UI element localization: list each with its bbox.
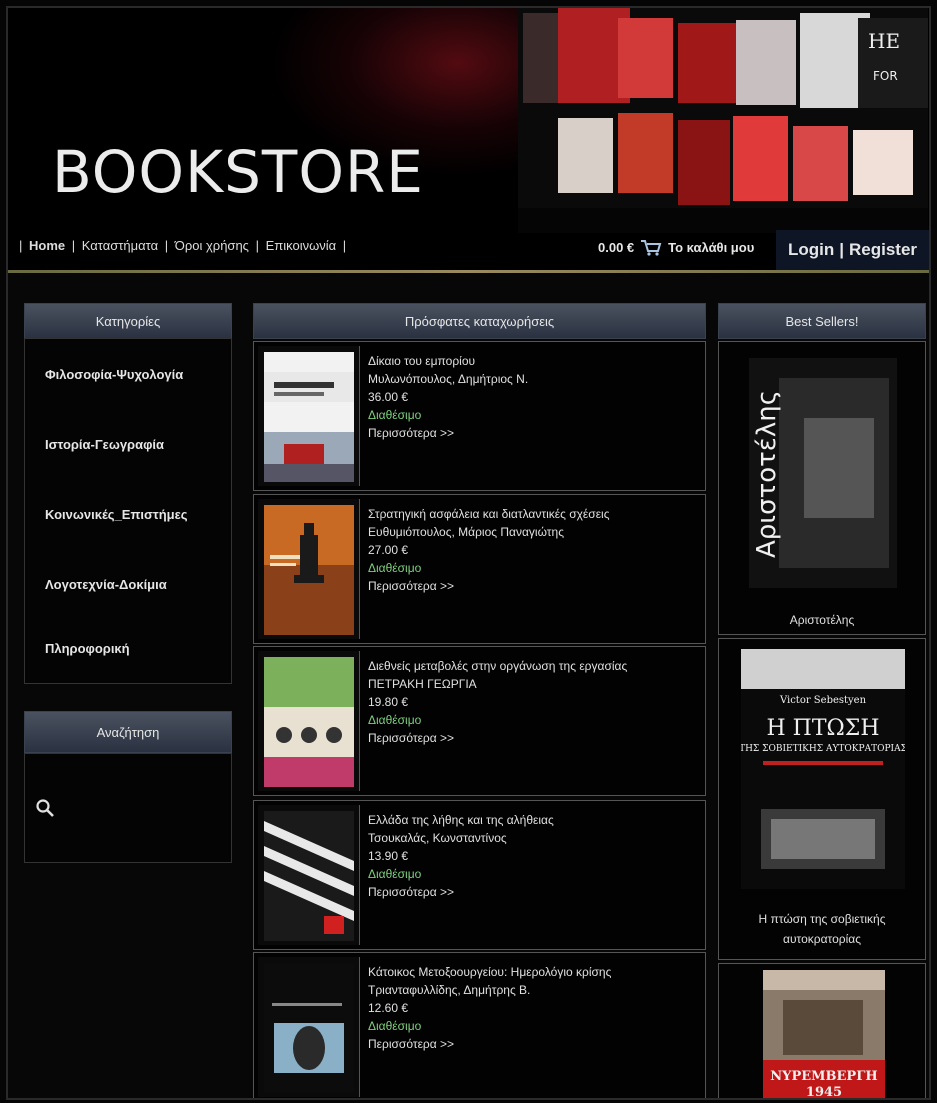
book-title[interactable]: Κάτοικος Μετοξοουργείου: Ημερολόγιο κρίσ… [368,963,611,981]
search-panel [24,753,232,863]
bestseller-caption[interactable]: Αριστοτέλης [719,610,925,630]
cart-label: Το καλάθι μου [668,239,755,255]
bestseller-caption[interactable]: Η πτώση της σοβιετικής αυτοκρατορίας [719,909,925,949]
book-author: Μυλωνόπουλος, Δημήτριος Ν. [368,372,529,386]
book-author: Τσουκαλάς, Κωνσταντίνος [368,831,507,845]
book-cover-image [264,657,354,787]
nav-terms[interactable]: Όροι χρήσης [175,238,249,253]
book-author: Τριανταφυλλίδης, Δημήτρης Β. [368,983,531,997]
bestseller-cover-title: ΝΥΡΕΜΒΕΡΓΗ [770,1069,877,1084]
book-info: Δίκαιο του εμπορίου Μυλωνόπουλος, Δημήτρ… [368,352,528,442]
shopping-cart-icon [641,240,662,256]
bestseller-item[interactable]: Αριστοτέλης Αριστοτέλης [718,341,926,635]
book-cover[interactable] [258,957,360,1097]
category-history[interactable]: Ιστορία-Γεωγραφία [45,437,164,452]
bestseller-cover-year: 1945 [806,1085,842,1100]
category-philosophy[interactable]: Φιλοσοφία-Ψυχολογία [45,367,183,382]
bestsellers-header: Best Sellers! [718,303,926,339]
bestseller-cover-image[interactable]: ΝΥΡΕΜΒΕΡΓΗ 1945 [763,970,885,1100]
more-link[interactable]: Περισσότερα >> [368,577,610,595]
bestseller-cover-title: Η ΠΤΩΣΗ [766,716,879,741]
header-divider [8,270,929,273]
book-cover[interactable] [258,651,360,791]
bestseller-item[interactable]: ΝΥΡΕΜΒΕΡΓΗ 1945 [718,963,926,1100]
book-info: Ελλάδα της λήθης και της αλήθειας Τσουκα… [368,811,554,901]
book-title[interactable]: Δίκαιο του εμπορίου [368,352,528,370]
header-banner: HE FOR BOOKSTORE | Home | Καταστήματα | … [8,8,929,270]
cart-link[interactable]: 0.00 € Το καλάθι μου [598,238,754,256]
category-social-sciences[interactable]: Κοινωνικές_Επιστήμες [45,507,188,522]
svg-text:HE: HE [868,29,900,53]
book-cover-image [264,505,354,635]
book-item[interactable]: Ελλάδα της λήθης και της αλήθειας Τσουκα… [253,800,706,950]
book-cover-image [264,352,354,482]
book-availability: Διαθέσιμο [368,713,422,727]
book-item[interactable]: Κάτοικος Μετοξοουργείου: Ημερολόγιο κρίσ… [253,952,706,1098]
book-title[interactable]: Στρατηγική ασφάλεια και διατλαντικές σχέ… [368,505,610,523]
recent-header: Πρόσφατες καταχωρήσεις [253,303,706,339]
book-item[interactable]: Δίκαιο του εμπορίου Μυλωνόπουλος, Δημήτρ… [253,341,706,491]
bestseller-cover-author: Victor Sebestyen [779,695,867,706]
book-cover-image [264,963,354,1093]
book-cover-image [264,811,354,941]
book-title[interactable]: Διεθνείς μεταβολές στην οργάνωση της εργ… [368,657,627,675]
more-link[interactable]: Περισσότερα >> [368,424,528,442]
book-availability: Διαθέσιμο [368,867,422,881]
nav-stores[interactable]: Καταστήματα [82,238,158,253]
bookshelf-banner-image: HE FOR [518,8,928,233]
categories-panel: Φιλοσοφία-Ψυχολογία Ιστορία-Γεωγραφία Κο… [24,338,232,684]
book-info: Διεθνείς μεταβολές στην οργάνωση της εργ… [368,657,627,747]
book-availability: Διαθέσιμο [368,561,422,575]
more-link[interactable]: Περισσότερα >> [368,1035,611,1053]
category-informatics[interactable]: Πληροφορική [45,641,130,656]
register-link[interactable]: Register [849,240,917,260]
book-item[interactable]: Διεθνείς μεταβολές στην οργάνωση της εργ… [253,646,706,796]
top-nav: | Home | Καταστήματα | Όροι χρήσης | Επι… [19,238,347,253]
book-availability: Διαθέσιμο [368,408,422,422]
book-item[interactable]: Στρατηγική ασφάλεια και διατλαντικές σχέ… [253,494,706,644]
nav-contact[interactable]: Επικοινωνία [266,238,337,253]
book-cover[interactable] [258,499,360,639]
book-price: 19.80 € [368,695,409,709]
book-author: Ευθυμιόπουλος, Μάριος Παναγιώτης [368,525,564,539]
login-link[interactable]: Login [788,240,834,260]
more-link[interactable]: Περισσότερα >> [368,729,627,747]
book-info: Κάτοικος Μετοξοουργείου: Ημερολόγιο κρίσ… [368,963,611,1053]
bookstore-logo[interactable]: BOOKSTORE [52,138,424,206]
nav-home[interactable]: Home [29,238,65,253]
bestseller-cover-image[interactable]: Victor Sebestyen Η ΠΤΩΣΗ ΤΗΣ ΣΟΒΙΕΤΙΚΗΣ … [741,649,905,889]
cart-amount: 0.00 € [598,239,635,255]
book-price: 13.90 € [368,849,409,863]
auth-links: Login | Register [776,230,929,270]
search-icon[interactable] [35,798,55,818]
book-price: 27.00 € [368,543,409,557]
bestseller-cover-title: Αριστοτέλης [752,390,782,558]
category-literature[interactable]: Λογοτεχνία-Δοκίμια [45,577,167,592]
book-cover[interactable] [258,346,360,486]
search-header: Αναζήτηση [24,711,232,753]
book-title[interactable]: Ελλάδα της λήθης και της αλήθειας [368,811,554,829]
categories-header: Κατηγορίες [24,303,232,339]
book-availability: Διαθέσιμο [368,1019,422,1033]
book-price: 12.60 € [368,1001,409,1015]
page: HE FOR BOOKSTORE | Home | Καταστήματα | … [6,6,931,1100]
more-link[interactable]: Περισσότερα >> [368,883,554,901]
svg-text:FOR: FOR [873,69,898,83]
bestseller-cover-subtitle: ΤΗΣ ΣΟΒΙΕΤΙΚΗΣ ΑΥΤΟΚΡΑΤΟΡΙΑΣ [741,744,905,754]
bestseller-item[interactable]: Victor Sebestyen Η ΠΤΩΣΗ ΤΗΣ ΣΟΒΙΕΤΙΚΗΣ … [718,638,926,960]
book-cover[interactable] [258,805,360,945]
auth-separator: | [839,240,844,259]
book-author: ΠΕΤΡΑΚΗ ΓΕΩΡΓΙΑ [368,677,477,691]
bestseller-cover-image[interactable]: Αριστοτέλης [749,358,897,588]
book-price: 36.00 € [368,390,409,404]
book-info: Στρατηγική ασφάλεια και διατλαντικές σχέ… [368,505,610,595]
